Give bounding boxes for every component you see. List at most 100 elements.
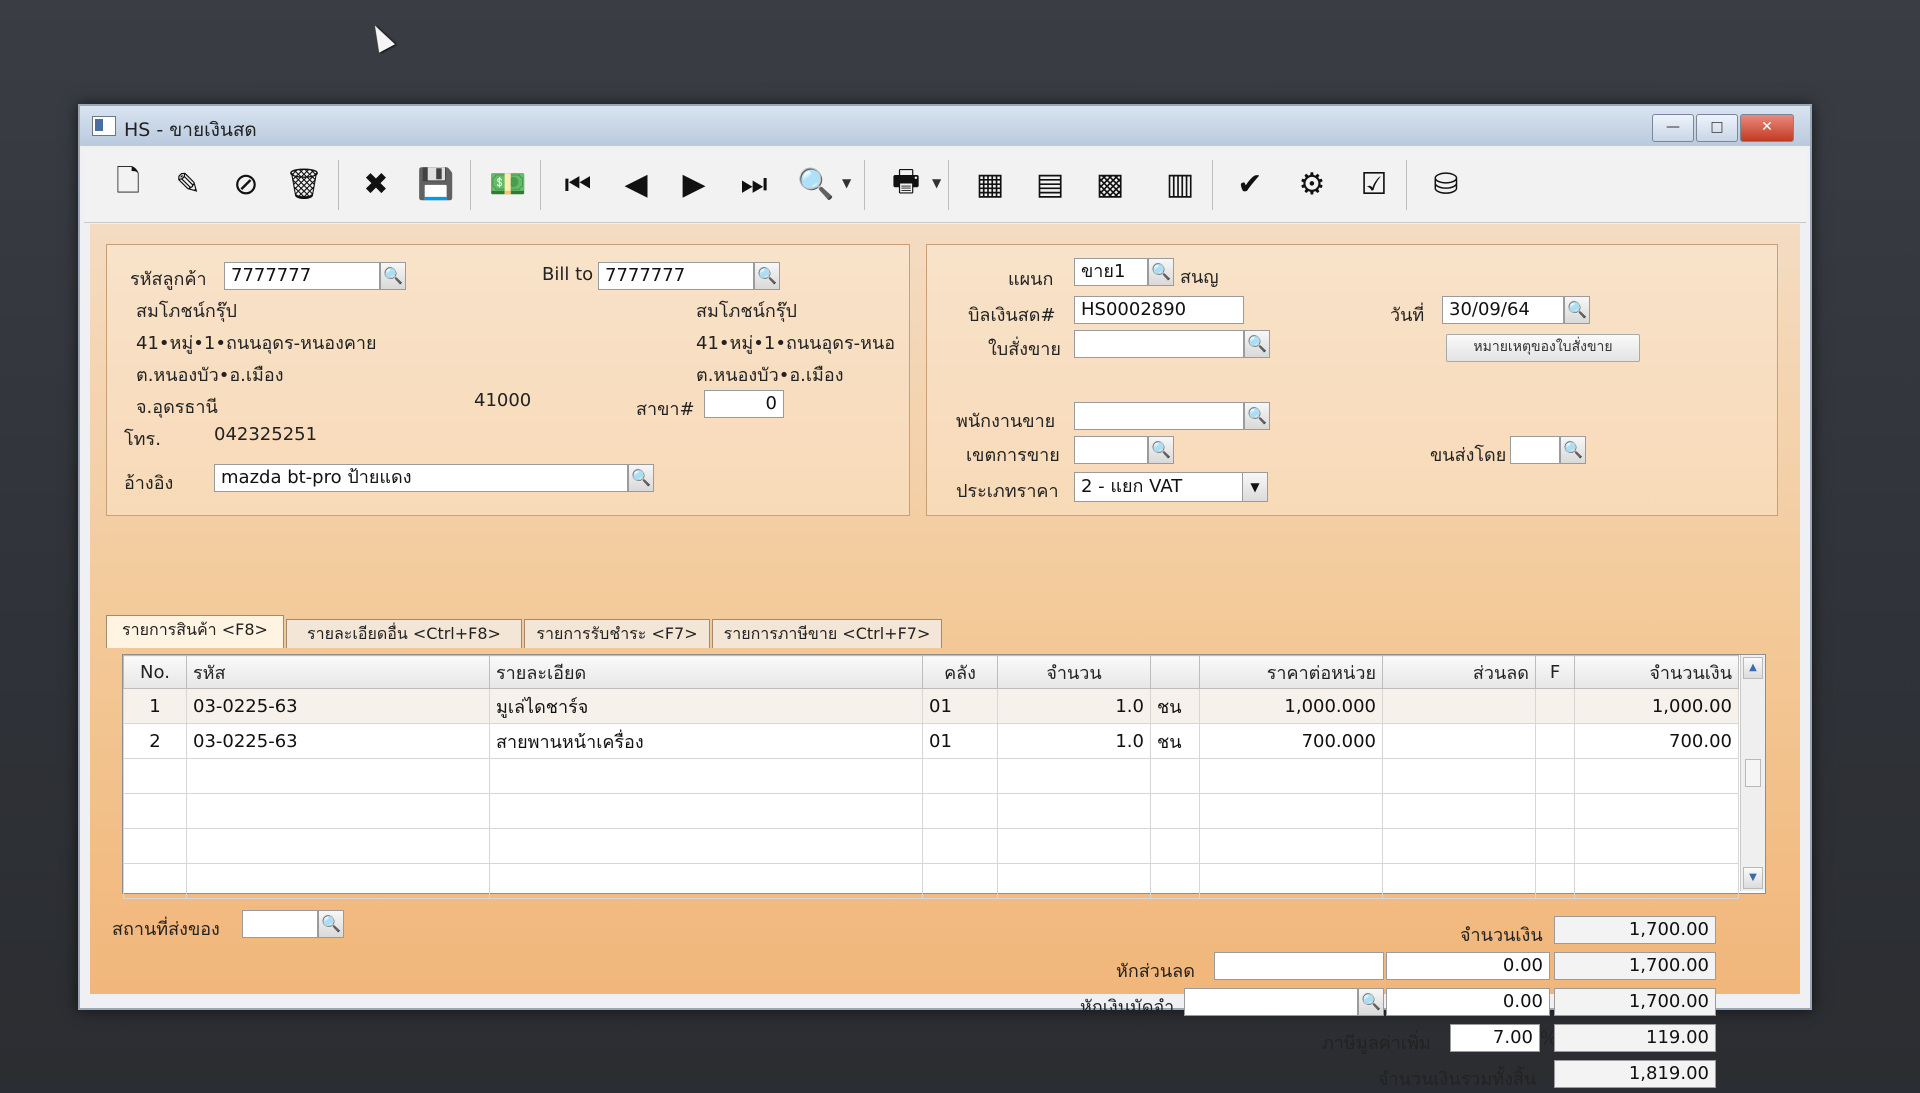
- table-cell[interactable]: [1574, 758, 1739, 794]
- department-search-icon[interactable]: 🔍: [1148, 258, 1174, 286]
- table-cell[interactable]: มูเล่ไดชาร์จ: [489, 688, 923, 724]
- table-cell[interactable]: 2: [123, 723, 187, 759]
- empty-table-row[interactable]: [123, 863, 1739, 899]
- last-record-icon[interactable]: ⏭: [732, 162, 776, 206]
- table-cell[interactable]: 03-0225-63: [186, 688, 490, 724]
- empty-table-row[interactable]: [123, 828, 1739, 864]
- col-amount[interactable]: จำนวนเงิน: [1574, 655, 1739, 689]
- table-cell[interactable]: [1535, 863, 1575, 899]
- tab-other-details[interactable]: รายละเอียดอื่น <Ctrl+F8>: [286, 619, 522, 648]
- register-icon[interactable]: ▤: [1028, 162, 1072, 206]
- calculator-icon[interactable]: ▦: [968, 162, 1012, 206]
- title-bar[interactable]: HS - ขายเงินสด — □ ✕: [80, 106, 1810, 146]
- edit-icon[interactable]: ✎: [166, 162, 210, 206]
- customer-search-icon[interactable]: 🔍: [380, 262, 406, 290]
- table-cell[interactable]: [489, 828, 923, 864]
- reference-search-icon[interactable]: 🔍: [628, 464, 654, 492]
- table-cell[interactable]: [1535, 723, 1575, 759]
- table-cell[interactable]: [1150, 758, 1200, 794]
- approve-icon[interactable]: ✔: [1228, 162, 1272, 206]
- grid-scrollbar[interactable]: ▲ ▼: [1740, 655, 1765, 891]
- salesman-search-icon[interactable]: 🔍: [1244, 402, 1270, 430]
- next-record-icon[interactable]: ▶: [672, 162, 716, 206]
- table-cell[interactable]: 700.000: [1199, 723, 1383, 759]
- table-cell[interactable]: [186, 863, 490, 899]
- table-cell[interactable]: [1199, 863, 1383, 899]
- reference-field[interactable]: mazda bt-pro ป้ายแดง: [214, 464, 628, 492]
- shipping-field[interactable]: [1510, 436, 1560, 464]
- table-cell[interactable]: [1199, 828, 1383, 864]
- tab-payments[interactable]: รายการรับชำระ <F7>: [524, 619, 710, 648]
- print-icon[interactable]: 🖶: [884, 162, 928, 206]
- col-description[interactable]: รายละเอียด: [489, 655, 923, 689]
- table-cell[interactable]: [1535, 688, 1575, 724]
- table-cell[interactable]: [1382, 758, 1536, 794]
- table-cell[interactable]: [1199, 758, 1383, 794]
- table-cell[interactable]: [186, 758, 490, 794]
- table-cell[interactable]: [1574, 828, 1739, 864]
- salesman-field[interactable]: [1074, 402, 1244, 430]
- scroll-thumb[interactable]: [1745, 759, 1761, 787]
- table-cell[interactable]: 700.00: [1574, 723, 1739, 759]
- date-picker-icon[interactable]: 🔍: [1564, 296, 1590, 324]
- table-cell[interactable]: [186, 828, 490, 864]
- table-cell[interactable]: [489, 793, 923, 829]
- price-type-select[interactable]: 2 - แยก VAT ▼: [1074, 472, 1268, 502]
- table-cell[interactable]: [997, 863, 1151, 899]
- cash-icon[interactable]: 💵: [486, 162, 530, 206]
- table-cell[interactable]: [1199, 793, 1383, 829]
- network-icon[interactable]: ⛁: [1424, 162, 1468, 206]
- table-cell[interactable]: [1535, 758, 1575, 794]
- col-discount[interactable]: ส่วนลด: [1382, 655, 1536, 689]
- trash-icon[interactable]: 🗑: [282, 162, 326, 206]
- discount-code-field[interactable]: [1214, 952, 1384, 980]
- sales-area-search-icon[interactable]: 🔍: [1148, 436, 1174, 464]
- table-cell[interactable]: [922, 793, 998, 829]
- empty-table-row[interactable]: [123, 758, 1739, 794]
- table-cell[interactable]: [1574, 863, 1739, 899]
- table-cell[interactable]: [922, 828, 998, 864]
- deposit-code-field[interactable]: [1184, 988, 1358, 1016]
- table-cell[interactable]: 01: [922, 723, 998, 759]
- chevron-down-icon[interactable]: ▼: [1242, 473, 1267, 501]
- new-document-icon[interactable]: 🗋: [106, 162, 150, 206]
- bill-number-field[interactable]: HS0002890: [1074, 296, 1244, 324]
- table-row[interactable]: 2 03-0225-63 สายพานหน้าเครื่อง 01 1.0 ชน 700.0…: [123, 723, 1739, 759]
- sales-order-search-icon[interactable]: 🔍: [1244, 330, 1270, 358]
- table-cell[interactable]: [997, 793, 1151, 829]
- department-field[interactable]: ขาย1: [1074, 258, 1148, 286]
- shipping-search-icon[interactable]: 🔍: [1560, 436, 1586, 464]
- deposit-value-field[interactable]: 0.00: [1386, 988, 1550, 1016]
- table-cell[interactable]: [123, 863, 187, 899]
- void-icon[interactable]: ⊘: [224, 162, 268, 206]
- table-cell[interactable]: [123, 793, 187, 829]
- scroll-down-icon[interactable]: ▼: [1743, 867, 1763, 889]
- table-cell[interactable]: [922, 863, 998, 899]
- discount-value-field[interactable]: 0.00: [1386, 952, 1550, 980]
- delivery-place-field[interactable]: [242, 910, 318, 938]
- col-unit-price[interactable]: ราคาต่อหน่วย: [1199, 655, 1383, 689]
- empty-table-row[interactable]: [123, 793, 1739, 829]
- table-cell[interactable]: [1150, 863, 1200, 899]
- table-cell[interactable]: [997, 758, 1151, 794]
- col-quantity[interactable]: จำนวน: [997, 655, 1151, 689]
- table-cell[interactable]: 1: [123, 688, 187, 724]
- close-button[interactable]: ✕: [1740, 114, 1794, 142]
- table-cell[interactable]: [1382, 688, 1536, 724]
- find-options-chevron-icon[interactable]: ▼: [842, 176, 851, 190]
- find-icon[interactable]: 🔍: [794, 162, 838, 206]
- table-cell[interactable]: [489, 863, 923, 899]
- scroll-up-icon[interactable]: ▲: [1743, 657, 1763, 679]
- sales-order-field[interactable]: [1074, 330, 1244, 358]
- table-cell[interactable]: [1150, 793, 1200, 829]
- tab-sales-tax[interactable]: รายการภาษีขาย <Ctrl+F7>: [712, 619, 942, 648]
- table-cell[interactable]: สายพานหน้าเครื่อง: [489, 723, 923, 759]
- table-cell[interactable]: [1535, 828, 1575, 864]
- billto-search-icon[interactable]: 🔍: [754, 262, 780, 290]
- table-cell[interactable]: [1150, 828, 1200, 864]
- table-cell[interactable]: [997, 828, 1151, 864]
- sales-area-field[interactable]: [1074, 436, 1148, 464]
- table-cell[interactable]: 1.0: [997, 688, 1151, 724]
- table-cell[interactable]: [1382, 793, 1536, 829]
- table-cell[interactable]: [186, 793, 490, 829]
